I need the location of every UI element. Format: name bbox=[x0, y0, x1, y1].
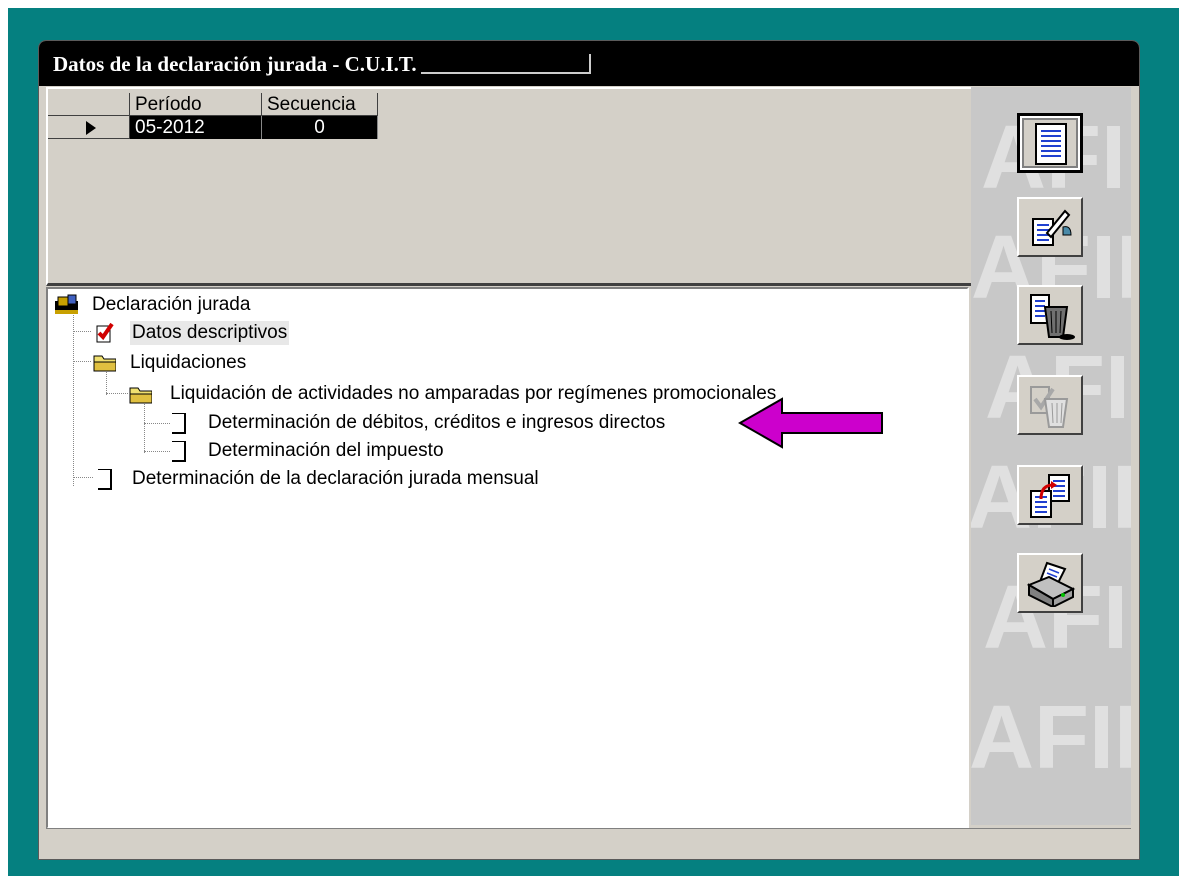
window-title-text: Datos de la declaración jurada - C.U.I.T… bbox=[53, 52, 417, 76]
cuit-redaction bbox=[420, 54, 591, 74]
copy-document-icon bbox=[1030, 474, 1070, 518]
document-icon bbox=[98, 469, 112, 490]
annotation-arrow-icon bbox=[738, 397, 883, 449]
delete-document-button[interactable] bbox=[1017, 285, 1083, 345]
tree-connector bbox=[73, 331, 91, 332]
window-title: Datos de la declaración jurada - C.U.I.T… bbox=[53, 52, 591, 77]
declaration-window: Datos de la declaración jurada - C.U.I.T… bbox=[38, 40, 1140, 860]
print-button[interactable] bbox=[1017, 553, 1083, 613]
copy-document-button[interactable] bbox=[1017, 465, 1083, 525]
column-header-periodo[interactable]: Período bbox=[130, 93, 262, 116]
document-icon bbox=[172, 441, 186, 462]
row-indicator[interactable] bbox=[48, 116, 130, 139]
edit-document-button[interactable] bbox=[1017, 197, 1083, 257]
tree-connector bbox=[106, 393, 128, 394]
afip-watermark: AFIP bbox=[971, 688, 1131, 788]
print-icon bbox=[1027, 561, 1076, 607]
tree-connector bbox=[144, 451, 170, 452]
tree-connector bbox=[73, 311, 74, 486]
tree-item-liquidaciones[interactable]: Liquidaciones bbox=[130, 351, 246, 375]
tree-connector bbox=[73, 361, 91, 362]
checked-document-icon bbox=[96, 322, 114, 343]
form-list-button[interactable] bbox=[1017, 113, 1083, 173]
tree-item-datos-descriptivos[interactable]: Datos descriptivos bbox=[130, 321, 290, 345]
delete-disabled-button[interactable] bbox=[1017, 375, 1083, 435]
declaration-tree: Declaración jurada Datos descriptivos Li… bbox=[46, 287, 969, 829]
tree-item-determinacion-debitos[interactable]: Determinación de débitos, créditos e ing… bbox=[208, 411, 665, 435]
current-row-arrow-icon bbox=[86, 121, 96, 135]
tree-connector bbox=[144, 423, 170, 424]
cell-periodo[interactable]: 05-2012 bbox=[130, 116, 262, 139]
status-bar bbox=[46, 828, 1131, 853]
delete-document-icon bbox=[1030, 294, 1075, 340]
column-header-secuencia[interactable]: Secuencia bbox=[262, 93, 378, 116]
edit-document-icon bbox=[1032, 209, 1072, 246]
tree-item-determinacion-ddjj-mensual[interactable]: Determinación de la declaración jurada m… bbox=[132, 467, 539, 491]
declaration-root-icon bbox=[55, 294, 78, 314]
form-list-icon bbox=[1035, 123, 1067, 165]
document-icon bbox=[172, 413, 186, 434]
folder-icon bbox=[129, 387, 152, 404]
tree-connector bbox=[73, 477, 93, 478]
title-bar[interactable]: Datos de la declaración jurada - C.U.I.T… bbox=[39, 41, 1139, 86]
delete-disabled-icon bbox=[1030, 386, 1069, 428]
tree-item-liquidacion-actividades[interactable]: Liquidación de actividades no amparadas … bbox=[170, 382, 776, 406]
grid-corner-header bbox=[48, 93, 130, 116]
cell-secuencia[interactable]: 0 bbox=[262, 116, 378, 139]
toolbar-panel: AFIP AFIP AFIP AFIP AFIP AFIP bbox=[971, 87, 1131, 825]
tree-item-determinacion-impuesto[interactable]: Determinación del impuesto bbox=[208, 439, 444, 463]
folder-icon bbox=[93, 355, 116, 372]
period-grid: Período Secuencia 05-2012 0 bbox=[46, 87, 974, 286]
tree-item-declaracion-jurada[interactable]: Declaración jurada bbox=[92, 293, 250, 317]
tree-connector bbox=[144, 401, 145, 453]
